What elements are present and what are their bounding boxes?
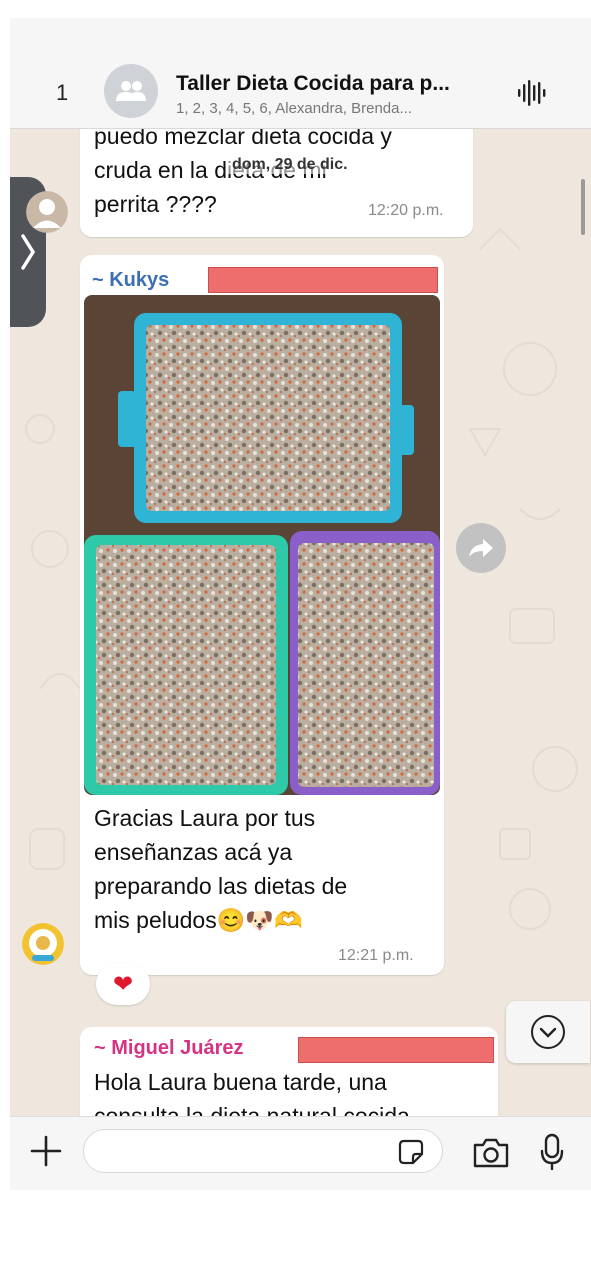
message-list[interactable]: puedo mezclar dieta cocida y cruda en la… — [10, 129, 591, 1124]
sender-name[interactable]: ~ Kukys — [92, 269, 169, 292]
date-separator: dom, 29 de dic. — [228, 156, 352, 174]
message-text: puedo mezclar dieta cocida y cruda en la… — [94, 129, 392, 217]
chat-header: 1 Taller Dieta Cocida para p... 1, 2, 3,… — [10, 28, 591, 129]
chevron-right-icon — [21, 234, 36, 270]
message-bubble[interactable]: ~ Miguel Juárez Hola Laura buena tarde, … — [80, 1027, 498, 1124]
scroll-down-button[interactable] — [506, 1001, 590, 1063]
chat-participants[interactable]: 1, 2, 3, 4, 5, 6, Alexandra, Brenda... — [176, 100, 412, 117]
chat-title[interactable]: Taller Dieta Cocida para p... — [176, 72, 450, 96]
plus-icon[interactable] — [30, 1135, 62, 1167]
forward-icon[interactable] — [456, 523, 506, 573]
redacted-phone-number — [208, 267, 438, 293]
sender-name[interactable]: ~ Miguel Juárez — [94, 1037, 244, 1060]
whatsapp-screen: 1 Taller Dieta Cocida para p... 1, 2, 3,… — [10, 18, 591, 1190]
chevron-down-icon — [531, 1015, 565, 1049]
message-text: Gracias Laura por tus enseñanzas acá ya … — [94, 805, 348, 933]
group-avatar-icon[interactable] — [104, 64, 158, 118]
composer-bar — [10, 1116, 591, 1190]
message-time: 12:21 p.m. — [338, 947, 414, 964]
voice-waveform-icon[interactable] — [516, 78, 546, 113]
status-bar — [10, 18, 591, 28]
camera-icon[interactable] — [472, 1137, 510, 1169]
message-bubble[interactable]: puedo mezclar dieta cocida y cruda en la… — [80, 129, 473, 237]
scrollbar[interactable] — [581, 179, 585, 235]
heart-reaction[interactable]: ❤ — [96, 963, 150, 1005]
message-bubble[interactable]: ~ Kukys Gracias Laura por tus enseñanzas… — [80, 255, 444, 975]
microphone-icon[interactable] — [540, 1133, 564, 1171]
message-time: 12:20 p.m. — [368, 202, 444, 219]
kukys-avatar[interactable] — [22, 923, 64, 965]
sticker-icon[interactable] — [398, 1139, 424, 1165]
unread-count[interactable]: 1 — [56, 80, 68, 106]
sender-avatar[interactable] — [26, 191, 68, 233]
food-photo[interactable] — [84, 295, 440, 795]
message-input[interactable] — [83, 1129, 443, 1173]
redacted-phone-number — [298, 1037, 494, 1063]
